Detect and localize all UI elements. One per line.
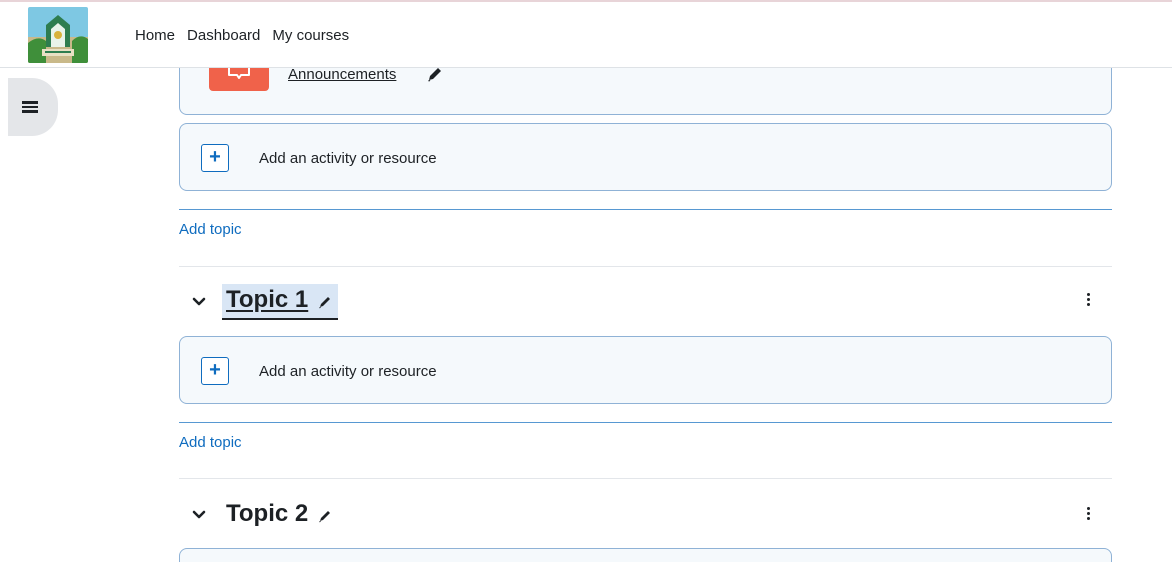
edit-announcements-pencil-icon[interactable]: [426, 66, 443, 88]
add-topic-divider: [179, 209, 1112, 210]
add-activity-plus-button[interactable]: +: [201, 357, 229, 385]
add-activity-plus-button[interactable]: +: [201, 144, 229, 172]
plus-icon: +: [209, 146, 221, 168]
nav-dashboard-link[interactable]: Dashboard: [187, 27, 260, 44]
add-activity-label[interactable]: Add an activity or resource: [259, 363, 437, 380]
section-divider: [179, 266, 1112, 267]
chevron-down-icon[interactable]: [192, 295, 206, 309]
plus-icon: +: [209, 359, 221, 381]
section-divider: [179, 478, 1112, 479]
section-title-text[interactable]: Topic 1: [226, 286, 308, 314]
announcements-link[interactable]: Announcements: [288, 66, 396, 83]
section-title[interactable]: Topic 1: [222, 284, 339, 320]
section-header-topic-2: Topic 2: [192, 498, 338, 532]
chevron-down-icon[interactable]: [192, 508, 206, 522]
section-title-text[interactable]: Topic 2: [226, 500, 308, 528]
section-menu-kebab-icon[interactable]: [1087, 293, 1091, 308]
nav-my-courses-link[interactable]: My courses: [272, 27, 349, 44]
add-topic-divider: [179, 422, 1112, 423]
section-header-topic-1: Topic 1: [192, 284, 339, 320]
site-logo[interactable]: [28, 7, 88, 63]
add-activity-card: [179, 548, 1112, 562]
primary-nav: Home Dashboard My courses: [135, 27, 361, 44]
top-navbar: Home Dashboard My courses: [0, 0, 1172, 68]
add-activity-label[interactable]: Add an activity or resource: [259, 150, 437, 167]
edit-title-pencil-icon[interactable]: [316, 293, 334, 311]
section-menu-kebab-icon[interactable]: [1087, 507, 1091, 522]
add-topic-link[interactable]: Add topic: [179, 221, 242, 238]
nav-home-link[interactable]: Home: [135, 27, 175, 44]
add-topic-link[interactable]: Add topic: [179, 434, 242, 451]
add-activity-card: + Add an activity or resource: [179, 123, 1112, 191]
add-activity-card: + Add an activity or resource: [179, 336, 1112, 404]
edit-title-pencil-icon[interactable]: [316, 507, 334, 525]
section-title[interactable]: Topic 2: [222, 498, 338, 532]
list-icon: [22, 100, 38, 114]
course-index-toggle-button[interactable]: [8, 78, 58, 136]
